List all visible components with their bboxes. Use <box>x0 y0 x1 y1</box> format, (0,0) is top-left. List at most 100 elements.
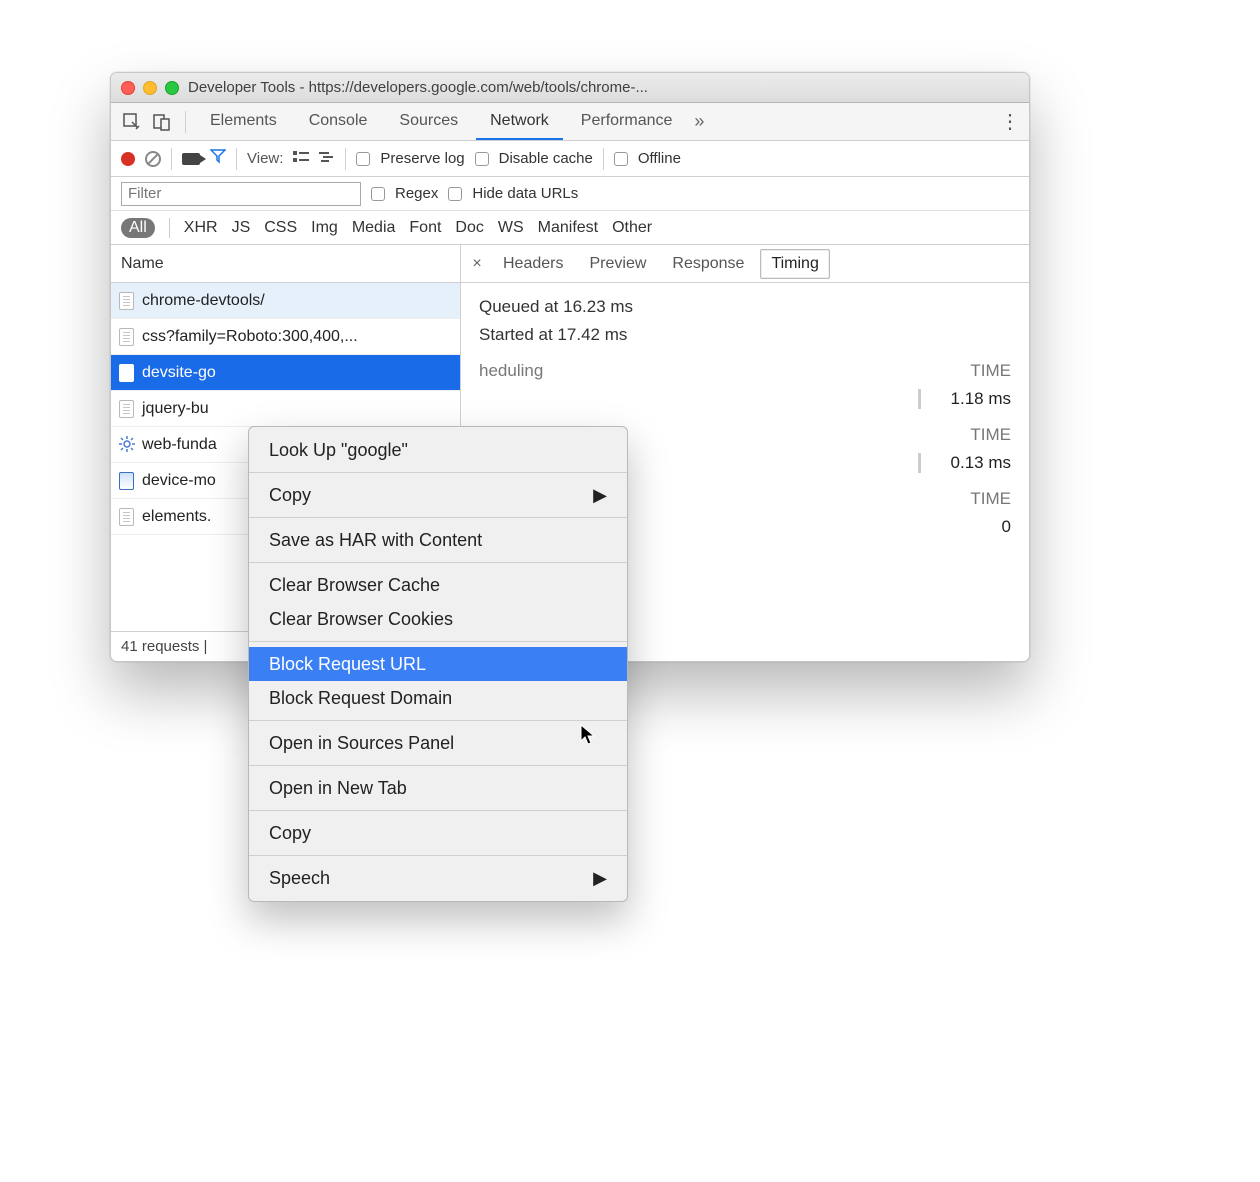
request-name: devsite-go <box>142 364 216 382</box>
request-row[interactable]: chrome-devtools/ <box>111 283 460 319</box>
record-button[interactable] <box>121 152 135 166</box>
hide-data-urls-label: Hide data URLs <box>472 185 578 202</box>
type-xhr[interactable]: XHR <box>184 219 218 237</box>
window-controls <box>121 81 179 95</box>
timing-started: Started at 17.42 ms <box>479 325 1011 345</box>
ctx-look-up[interactable]: Look Up "google" <box>249 433 627 467</box>
hide-data-urls-checkbox[interactable] <box>448 187 462 201</box>
ctx-copy-submenu[interactable]: Copy▶ <box>249 478 627 512</box>
more-tabs-icon[interactable]: » <box>694 111 704 132</box>
filter-input[interactable] <box>121 182 361 206</box>
detail-tab-preview[interactable]: Preview <box>579 249 656 279</box>
request-row-selected[interactable]: devsite-go <box>111 355 460 391</box>
type-ws[interactable]: WS <box>498 219 524 237</box>
type-font[interactable]: Font <box>409 219 441 237</box>
window-title: Developer Tools - https://developers.goo… <box>188 79 1019 96</box>
type-manifest[interactable]: Manifest <box>538 219 598 237</box>
close-window-button[interactable] <box>121 81 135 95</box>
script-icon <box>119 400 134 418</box>
divider <box>249 810 627 811</box>
stylesheet-icon <box>119 328 134 346</box>
chevron-right-icon: ▶ <box>593 868 607 889</box>
offline-checkbox[interactable] <box>614 152 628 166</box>
type-img[interactable]: Img <box>311 219 338 237</box>
divider <box>249 765 627 766</box>
tab-performance[interactable]: Performance <box>567 103 687 140</box>
divider <box>249 641 627 642</box>
name-column-header[interactable]: Name <box>111 245 460 283</box>
divider <box>345 148 346 170</box>
divider <box>249 562 627 563</box>
preserve-log-label: Preserve log <box>380 150 464 167</box>
detail-tab-headers[interactable]: Headers <box>493 249 573 279</box>
divider <box>236 148 237 170</box>
request-name: jquery-bu <box>142 400 209 418</box>
ctx-block-url[interactable]: Block Request URL <box>249 647 627 681</box>
type-other[interactable]: Other <box>612 219 652 237</box>
timing-bar-row: 1.18 ms <box>479 389 1011 409</box>
detail-tab-response[interactable]: Response <box>662 249 754 279</box>
capture-screenshots-icon[interactable] <box>182 153 200 165</box>
divider <box>249 720 627 721</box>
type-all[interactable]: All <box>121 218 155 238</box>
ctx-clear-cookies[interactable]: Clear Browser Cookies <box>249 602 627 636</box>
timing-value: 1.18 ms <box>951 389 1011 409</box>
filter-row: Regex Hide data URLs <box>111 177 1029 211</box>
request-name: device-mo <box>142 472 216 490</box>
ctx-save-har[interactable]: Save as HAR with Content <box>249 523 627 557</box>
regex-checkbox[interactable] <box>371 187 385 201</box>
device-toolbar-icon[interactable] <box>149 109 175 135</box>
timing-time-label: TIME <box>970 425 1011 445</box>
ctx-open-sources[interactable]: Open in Sources Panel <box>249 726 627 760</box>
timing-bar <box>918 389 921 409</box>
divider <box>603 148 604 170</box>
type-css[interactable]: CSS <box>264 219 297 237</box>
request-row[interactable]: jquery-bu <box>111 391 460 427</box>
request-row[interactable]: css?family=Roboto:300,400,... <box>111 319 460 355</box>
ctx-speech-submenu[interactable]: Speech▶ <box>249 861 627 895</box>
timing-time-label: TIME <box>970 361 1011 381</box>
image-icon <box>119 472 134 490</box>
divider <box>171 148 172 170</box>
tab-network[interactable]: Network <box>476 103 563 140</box>
disable-cache-checkbox[interactable] <box>475 152 489 166</box>
ctx-block-domain[interactable]: Block Request Domain <box>249 681 627 715</box>
large-rows-icon[interactable] <box>293 150 309 168</box>
maximize-window-button[interactable] <box>165 81 179 95</box>
overview-icon[interactable] <box>319 150 335 168</box>
detail-tabs: × Headers Preview Response Timing <box>461 245 1029 283</box>
minimize-window-button[interactable] <box>143 81 157 95</box>
ctx-clear-cache[interactable]: Clear Browser Cache <box>249 568 627 602</box>
detail-tab-timing[interactable]: Timing <box>760 249 829 279</box>
type-media[interactable]: Media <box>352 219 396 237</box>
tab-elements[interactable]: Elements <box>196 103 291 140</box>
mouse-cursor-icon <box>580 724 598 746</box>
regex-label: Regex <box>395 185 438 202</box>
tab-console[interactable]: Console <box>295 103 382 140</box>
request-name: chrome-devtools/ <box>142 292 265 310</box>
preserve-log-checkbox[interactable] <box>356 152 370 166</box>
view-label: View: <box>247 150 283 167</box>
element-picker-icon[interactable] <box>119 109 145 135</box>
tab-sources[interactable]: Sources <box>385 103 472 140</box>
ctx-copy[interactable]: Copy <box>249 816 627 850</box>
chevron-right-icon: ▶ <box>593 485 607 506</box>
timing-value: 0.13 ms <box>951 453 1011 473</box>
ctx-open-tab[interactable]: Open in New Tab <box>249 771 627 805</box>
timing-time-label: TIME <box>970 489 1011 509</box>
close-detail-button[interactable]: × <box>467 255 487 273</box>
timing-section-label: heduling <box>479 361 543 381</box>
divider <box>169 218 170 238</box>
type-js[interactable]: JS <box>232 219 251 237</box>
request-name: web-funda <box>142 436 217 454</box>
offline-label: Offline <box>638 150 681 167</box>
divider <box>249 472 627 473</box>
type-doc[interactable]: Doc <box>455 219 483 237</box>
settings-menu-icon[interactable]: ⋮ <box>1000 109 1021 134</box>
filter-icon[interactable] <box>210 148 226 169</box>
divider <box>185 111 186 133</box>
devtools-panel-tabs: Elements Console Sources Network Perform… <box>111 103 1029 141</box>
timing-queued: Queued at 16.23 ms <box>479 297 1011 317</box>
title-bar: Developer Tools - https://developers.goo… <box>111 73 1029 103</box>
clear-button[interactable] <box>145 151 161 167</box>
